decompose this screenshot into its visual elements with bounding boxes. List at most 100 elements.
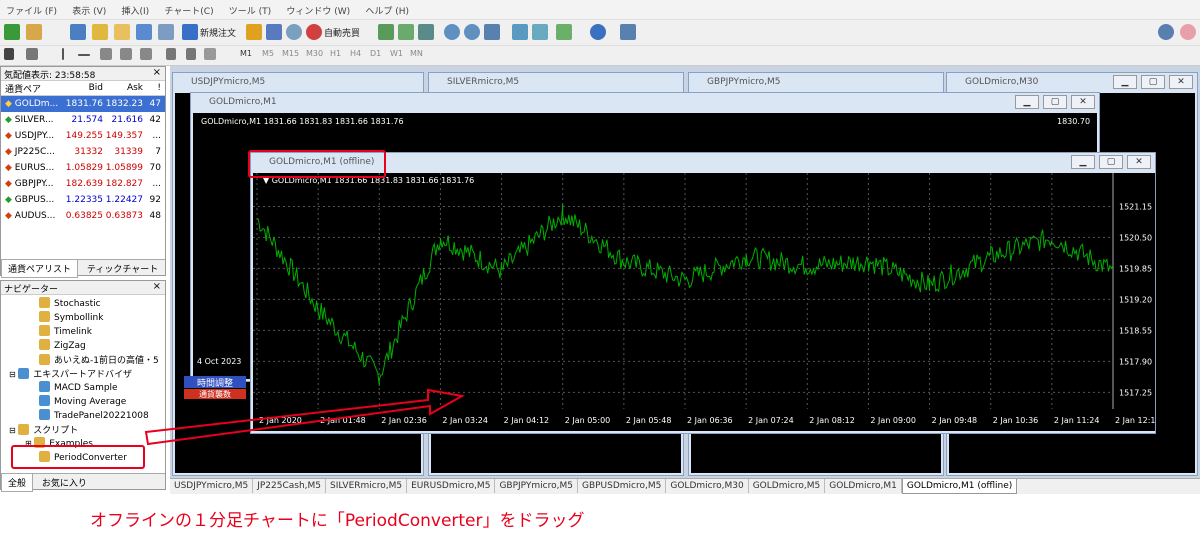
nav-item[interactable]: Timelink (39, 325, 92, 338)
new-order-icon[interactable] (182, 24, 198, 40)
nav-item[interactable]: ZigZag (39, 339, 86, 352)
tf-m1[interactable]: M1 (240, 49, 252, 58)
tab-chart[interactable]: USDJPYmicro,M5 (170, 479, 254, 493)
nav-item[interactable]: TradePanel20221008 (39, 409, 149, 422)
bar-chart-icon[interactable] (378, 24, 394, 40)
tab-chart[interactable]: GOLDmicro,M5 (749, 479, 826, 493)
tf-d1[interactable]: D1 (370, 49, 381, 58)
market-watch-icon[interactable] (70, 24, 86, 40)
menu-window[interactable]: ウィンドウ (W) (280, 0, 356, 17)
window-title[interactable]: GBPJPYmicro,M5 (689, 73, 943, 93)
table-row[interactable]: ◆ USDJPY... 149.255 149.357 ... (1, 128, 165, 144)
autoscroll-icon[interactable] (532, 24, 548, 40)
col-ask[interactable]: Ask (103, 83, 143, 93)
nav-item[interactable]: Stochastic (39, 297, 101, 310)
col-symbol[interactable]: 通貨ペア (1, 82, 65, 95)
table-row[interactable]: ◆ GBPUS... 1.22335 1.22427 92 (1, 192, 165, 208)
metaeditor-icon[interactable] (246, 24, 262, 40)
navigator-icon[interactable] (92, 24, 108, 40)
tf-h1[interactable]: H1 (330, 49, 341, 58)
close-button[interactable]: ✕ (1071, 95, 1095, 109)
auto-trade-button[interactable]: 自動売買 (324, 26, 360, 39)
tab-chart[interactable]: GOLDmicro,M30 (666, 479, 749, 493)
vertical-line-icon[interactable] (62, 48, 64, 60)
globe-icon[interactable] (286, 24, 302, 40)
tab-chart[interactable]: GOLDmicro,M1 (825, 479, 902, 493)
data-window-icon[interactable] (114, 24, 130, 40)
window-title[interactable]: GOLDmicro,M1 (offline) (251, 153, 1155, 173)
tab-chart[interactable]: GBPUSDmicro,M5 (578, 479, 667, 493)
new-chart-icon[interactable] (4, 24, 20, 40)
tab-symbols[interactable]: 通貨ペアリスト (1, 260, 79, 278)
tab-general[interactable]: 全般 (1, 474, 34, 492)
minimize-button[interactable]: ▁ (1015, 95, 1039, 109)
window-title[interactable]: USDJPYmicro,M5 (173, 73, 423, 93)
tf-w1[interactable]: W1 (390, 49, 403, 58)
table-row[interactable]: ◆ SILVER... 21.574 21.616 42 (1, 112, 165, 128)
window-title[interactable]: GOLDmicro,M1 (191, 93, 1099, 113)
tab-chart[interactable]: EURUSDmicro,M5 (407, 479, 496, 493)
menu-view[interactable]: 表示 (V) (66, 0, 112, 17)
chart-shift-icon[interactable] (512, 24, 528, 40)
window-title[interactable]: SILVERmicro,M5 (429, 73, 683, 93)
tab-favorites[interactable]: お気に入り (36, 474, 93, 491)
new-order-button[interactable]: 新規注文 (200, 26, 236, 39)
channel-icon[interactable] (120, 48, 132, 60)
candlestick-icon[interactable] (398, 24, 414, 40)
tf-mn[interactable]: MN (410, 49, 423, 58)
cursor-icon[interactable] (4, 48, 14, 60)
terminal-icon[interactable] (136, 24, 152, 40)
nav-item[interactable]: Moving Average (39, 395, 126, 408)
maximize-button[interactable]: ▢ (1043, 95, 1067, 109)
horizontal-line-icon[interactable] (78, 54, 90, 56)
profiles-icon[interactable] (26, 24, 42, 40)
menu-insert[interactable]: 挿入(I) (115, 0, 155, 17)
close-button[interactable]: ✕ (1127, 155, 1151, 169)
crosshair-icon[interactable] (26, 48, 38, 60)
search-icon[interactable] (1158, 24, 1174, 40)
close-icon[interactable]: × (153, 281, 161, 292)
table-row[interactable]: ◆ JP225C... 31332 31339 7 (1, 144, 165, 160)
close-button[interactable]: ✕ (1169, 75, 1193, 89)
tab-chart[interactable]: GBPJPYmicro,M5 (495, 479, 578, 493)
table-row[interactable]: ◆ EURUS... 1.05829 1.05899 70 (1, 160, 165, 176)
fibonacci-icon[interactable] (140, 48, 152, 60)
zoom-in-icon[interactable] (444, 24, 460, 40)
label-icon[interactable] (186, 48, 196, 60)
tf-m5[interactable]: M5 (262, 49, 274, 58)
arrows-icon[interactable] (204, 48, 216, 60)
templates-icon[interactable] (620, 24, 636, 40)
tf-m15[interactable]: M15 (282, 49, 299, 58)
tab-chart[interactable]: JP225Cash,M5 (253, 479, 327, 493)
nav-folder-scripts[interactable]: ⊟ スクリプト (9, 423, 78, 436)
tile-windows-icon[interactable] (484, 24, 500, 40)
menu-file[interactable]: ファイル (F) (0, 0, 63, 17)
menu-tools[interactable]: ツール (T) (223, 0, 277, 17)
col-bid[interactable]: Bid (65, 83, 103, 93)
tester-icon[interactable] (158, 24, 174, 40)
table-row[interactable]: ◆ GOLDm... 1831.76 1832.23 47 (1, 96, 165, 112)
periods-icon[interactable] (590, 24, 606, 40)
close-icon[interactable]: × (153, 67, 161, 78)
col-spread[interactable]: ! (143, 83, 163, 93)
minimize-button[interactable]: ▁ (1113, 75, 1137, 89)
line-chart-icon[interactable] (418, 24, 434, 40)
indicators-icon[interactable] (556, 24, 572, 40)
tf-m30[interactable]: M30 (306, 49, 323, 58)
nav-item[interactable]: Symbollink (39, 311, 103, 324)
account-icon[interactable] (1180, 24, 1196, 40)
zoom-out-icon[interactable] (464, 24, 480, 40)
menu-help[interactable]: ヘルプ (H) (359, 0, 415, 17)
maximize-button[interactable]: ▢ (1099, 155, 1123, 169)
auto-trade-icon[interactable] (306, 24, 322, 40)
tab-chart[interactable]: SILVERmicro,M5 (326, 479, 408, 493)
table-row[interactable]: ◆ AUDUS... 0.63825 0.63873 48 (1, 208, 165, 224)
trendline-icon[interactable] (100, 48, 112, 60)
nav-folder-experts[interactable]: ⊟ エキスパートアドバイザ (9, 367, 132, 380)
tf-h4[interactable]: H4 (350, 49, 361, 58)
text-icon[interactable] (166, 48, 176, 60)
nav-item[interactable]: MACD Sample (39, 381, 118, 394)
tab-tick-chart[interactable]: ティックチャート (81, 260, 164, 277)
minimize-button[interactable]: ▁ (1071, 155, 1095, 169)
menu-chart[interactable]: チャート(C) (158, 0, 219, 17)
